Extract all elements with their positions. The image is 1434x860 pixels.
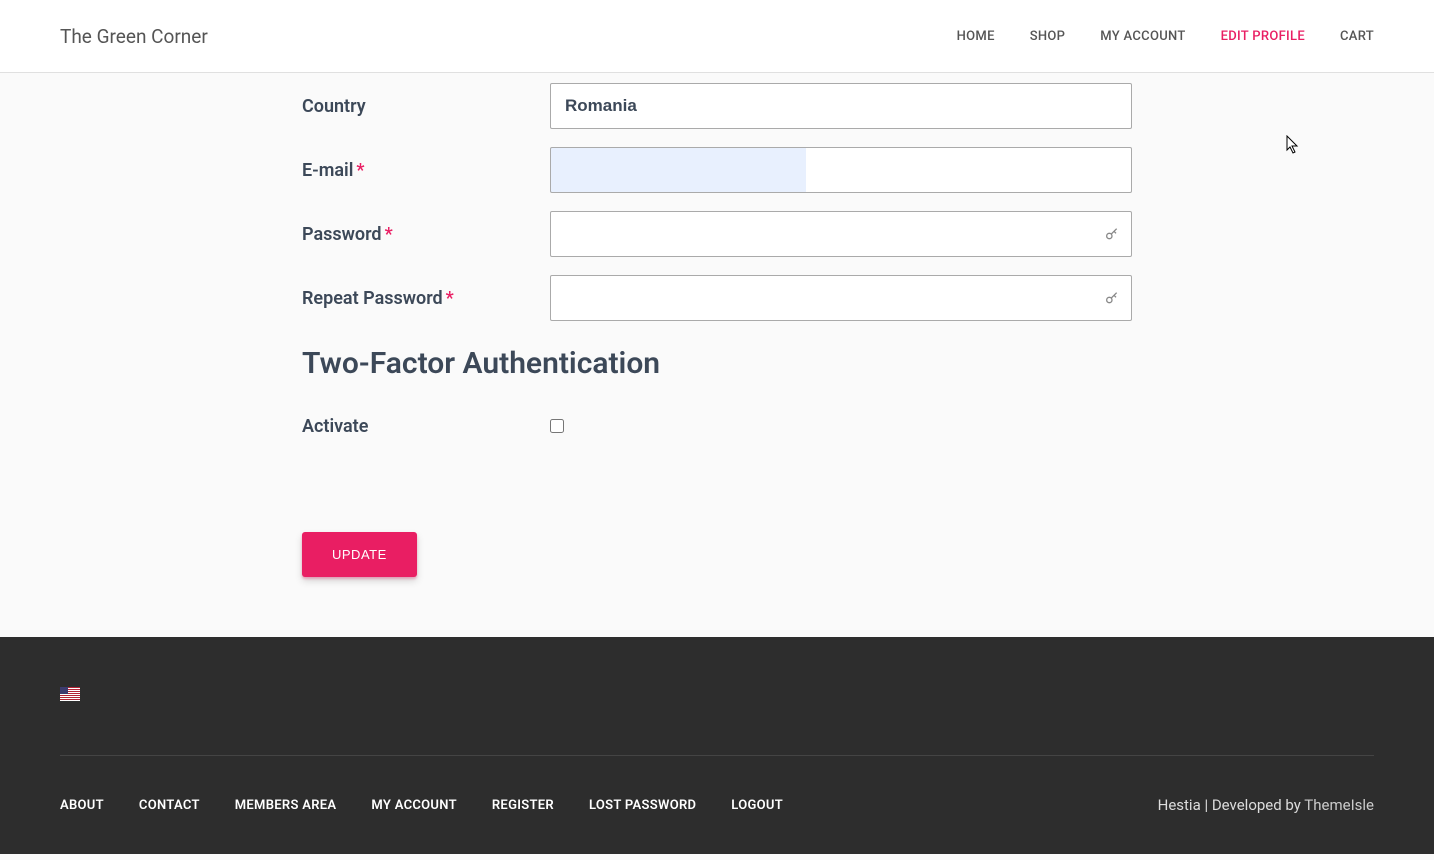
repeat-password-input[interactable]	[550, 275, 1132, 321]
update-button[interactable]: UPDATE	[302, 532, 417, 577]
nav-home[interactable]: HOME	[957, 29, 995, 44]
cursor-icon	[1286, 135, 1300, 155]
footer: ABOUT CONTACT MEMBERS AREA MY ACCOUNT RE…	[0, 637, 1434, 854]
required-star: *	[356, 160, 364, 181]
password-input[interactable]	[550, 211, 1132, 257]
footer-credit: Hestia | Developed by ThemeIsle	[1158, 796, 1374, 814]
edit-profile-form: Country E-mail* Password* Repeat Passwor…	[302, 73, 1132, 637]
repeat-password-label: Repeat Password*	[302, 288, 550, 309]
footer-bottom: ABOUT CONTACT MEMBERS AREA MY ACCOUNT RE…	[60, 796, 1374, 814]
nav-edit-profile[interactable]: EDIT PROFILE	[1221, 29, 1305, 44]
password-label: Password*	[302, 224, 550, 245]
country-input[interactable]	[550, 83, 1132, 129]
header: The Green Corner HOME SHOP MY ACCOUNT ED…	[0, 0, 1434, 73]
password-row: Password*	[302, 211, 1132, 257]
site-title[interactable]: The Green Corner	[60, 25, 208, 48]
nav-cart[interactable]: CART	[1340, 29, 1374, 44]
footer-links: ABOUT CONTACT MEMBERS AREA MY ACCOUNT RE…	[60, 798, 783, 813]
footer-link-my-account[interactable]: MY ACCOUNT	[371, 798, 457, 813]
nav-menu: HOME SHOP MY ACCOUNT EDIT PROFILE CART	[957, 29, 1374, 44]
password-wrapper	[550, 211, 1132, 257]
repeat-password-row: Repeat Password*	[302, 275, 1132, 321]
footer-link-register[interactable]: REGISTER	[492, 798, 554, 813]
country-label: Country	[302, 96, 550, 117]
activate-label: Activate	[302, 416, 550, 437]
nav-shop[interactable]: SHOP	[1030, 29, 1066, 44]
footer-link-about[interactable]: ABOUT	[60, 798, 104, 813]
email-label: E-mail*	[302, 160, 550, 181]
footer-link-logout[interactable]: LOGOUT	[731, 798, 783, 813]
repeat-password-wrapper	[550, 275, 1132, 321]
email-row: E-mail*	[302, 147, 1132, 193]
required-star: *	[385, 224, 393, 245]
footer-credit-link[interactable]: ThemeIsle	[1304, 796, 1374, 814]
email-input[interactable]	[550, 147, 1132, 193]
two-factor-heading: Two-Factor Authentication	[302, 346, 1132, 381]
nav-my-account[interactable]: MY ACCOUNT	[1100, 29, 1185, 44]
activate-row: Activate	[302, 416, 1132, 437]
required-star: *	[446, 288, 454, 309]
activate-checkbox[interactable]	[550, 419, 564, 433]
footer-divider	[60, 755, 1374, 756]
footer-link-lost-password[interactable]: LOST PASSWORD	[589, 798, 696, 813]
footer-link-contact[interactable]: CONTACT	[139, 798, 200, 813]
footer-link-members-area[interactable]: MEMBERS AREA	[235, 798, 337, 813]
flag-icon[interactable]	[60, 687, 1374, 755]
country-row: Country	[302, 83, 1132, 129]
